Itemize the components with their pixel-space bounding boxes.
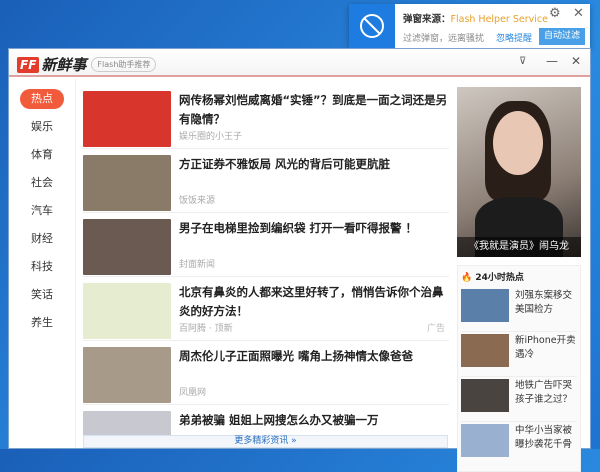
hot-item-title[interactable]: 中华小当家被曝抄袭花千骨 (515, 424, 577, 467)
nav-hot[interactable]: 热点 (20, 89, 64, 109)
block-popup-icon (349, 4, 395, 48)
auto-filter-button[interactable]: 自动过滤 (539, 28, 585, 45)
feature-image[interactable]: 《我就是演员》闹乌龙 (457, 87, 581, 257)
more-news-button[interactable]: 更多精彩资讯 » (83, 435, 448, 448)
minimize-icon[interactable]: — (546, 54, 558, 68)
hot-title: 24小时热点 (475, 273, 524, 283)
nav-tech[interactable]: 科技 (20, 257, 64, 277)
ad-label: 广告 (426, 324, 445, 334)
article-thumbnail (83, 155, 171, 211)
hot-thumbnail (461, 379, 509, 412)
article-title[interactable]: 北京有鼻炎的人都来这里好转了，悄悄告诉你个治鼻炎的好方法！ (179, 283, 449, 321)
popup-notification: 弹窗来源：Flash Helper Service 过滤弹窗，远离骚扰 忽略提醒… (349, 4, 590, 48)
article-title[interactable]: 方正证券不雅饭局 风光的背后可能更肮脏 (179, 155, 449, 174)
nav-jokes[interactable]: 笑话 (20, 285, 64, 305)
close-icon[interactable]: ✕ (573, 6, 584, 21)
article-ad[interactable]: 北京有鼻炎的人都来这里好转了，悄悄告诉你个治鼻炎的好方法！ 百阿腾 · 顶新 广告 (83, 277, 449, 341)
ignore-link[interactable]: 忽略提醒 (496, 31, 532, 44)
article[interactable]: 周杰伦儿子正面照曝光 嘴角上扬神情太像爸爸凤凰网 (83, 341, 449, 405)
hot-24h-panel: 🔥 24小时热点 刘强东案移交美国检方 新iPhone开卖遇冷 地铁广告吓哭孩子… (457, 265, 581, 472)
nav-society[interactable]: 社会 (20, 173, 64, 193)
hot-item[interactable]: 新iPhone开卖遇冷 (461, 332, 577, 377)
logo-tag: Flash助手推荐 (91, 57, 157, 72)
article-title[interactable]: 网传杨幂刘恺威离婚“实锤”？到底是一面之词还是另有隐情？ (179, 91, 449, 129)
close-window-icon[interactable]: ✕ (571, 54, 581, 68)
hot-thumbnail (461, 289, 509, 322)
popup-desc: 过滤弹窗，远离骚扰 (403, 34, 485, 44)
category-sidebar: 热点 娱乐 体育 社会 汽车 财经 科技 笑话 养生 (9, 79, 76, 448)
nav-auto[interactable]: 汽车 (20, 201, 64, 221)
right-column: 《我就是演员》闹乌龙 🔥 24小时热点 刘强东案移交美国检方 新iPhone开卖… (457, 87, 581, 472)
article-source: 凤凰网 (179, 388, 207, 398)
nav-entertainment[interactable]: 娱乐 (20, 117, 64, 137)
article[interactable]: 男子在电梯里捡到编织袋 打开一看吓得报警 ！ 封面新闻 (83, 213, 449, 277)
article-source: 封面新闻 (179, 260, 216, 270)
article-source: 饭饭来源 (179, 196, 216, 206)
titlebar: FF 新鲜事 Flash助手推荐 ⊽ — ✕ (9, 49, 590, 77)
hot-thumbnail (461, 424, 509, 457)
popup-source: 弹窗来源：Flash Helper Service (403, 14, 548, 25)
article-thumbnail (83, 219, 171, 275)
article-thumbnail (83, 283, 171, 339)
fire-icon: 🔥 (461, 273, 473, 283)
hot-item[interactable]: 中华小当家被曝抄袭花千骨 (461, 422, 577, 467)
article[interactable]: 方正证券不雅饭局 风光的背后可能更肮脏饭饭来源 (83, 149, 449, 213)
feature-caption: 《我就是演员》闹乌龙 (457, 237, 581, 257)
hot-thumbnail (461, 334, 509, 367)
article[interactable]: 网传杨幂刘恺威离婚“实锤”？到底是一面之词还是另有隐情？ 娱乐圈的小王子 (83, 85, 449, 149)
article-title[interactable]: 弟弟被骗 姐姐上网搜怎么办又被骗一万 (179, 411, 449, 430)
hot-item[interactable]: 刘强东案移交美国检方 (461, 287, 577, 332)
news-feed: 网传杨幂刘恺威离婚“实锤”？到底是一面之词还是另有隐情？ 娱乐圈的小王子 方正证券… (83, 85, 449, 448)
nav-sports[interactable]: 体育 (20, 145, 64, 165)
article-thumbnail (83, 91, 171, 147)
menu-icon[interactable]: ⊽ (519, 56, 526, 67)
article-source: 娱乐圈的小王子 (179, 132, 243, 142)
logo: FF 新鲜事 Flash助手推荐 (17, 54, 157, 75)
hot-item-title[interactable]: 地铁广告吓哭孩子谁之过？ (515, 379, 577, 421)
logo-ff: FF (17, 56, 40, 73)
nav-finance[interactable]: 财经 (20, 229, 64, 249)
article-title[interactable]: 周杰伦儿子正面照曝光 嘴角上扬神情太像爸爸 (179, 347, 449, 366)
hot-item-title[interactable]: 刘强东案移交美国检方 (515, 289, 577, 331)
article-source: 百阿腾 · 顶新 (179, 324, 233, 334)
article-thumbnail (83, 347, 171, 403)
news-window: FF 新鲜事 Flash助手推荐 ⊽ — ✕ 热点 娱乐 体育 社会 汽车 财经… (8, 48, 591, 472)
article-title[interactable]: 男子在电梯里捡到编织袋 打开一看吓得报警 ！ (179, 219, 449, 238)
hot-item[interactable]: 地铁广告吓哭孩子谁之过？ (461, 377, 577, 422)
gear-icon[interactable]: ⚙ (549, 6, 561, 21)
nav-health[interactable]: 养生 (20, 313, 64, 333)
logo-text: 新鲜事 (41, 56, 87, 74)
hot-item-title[interactable]: 新iPhone开卖遇冷 (515, 334, 577, 376)
